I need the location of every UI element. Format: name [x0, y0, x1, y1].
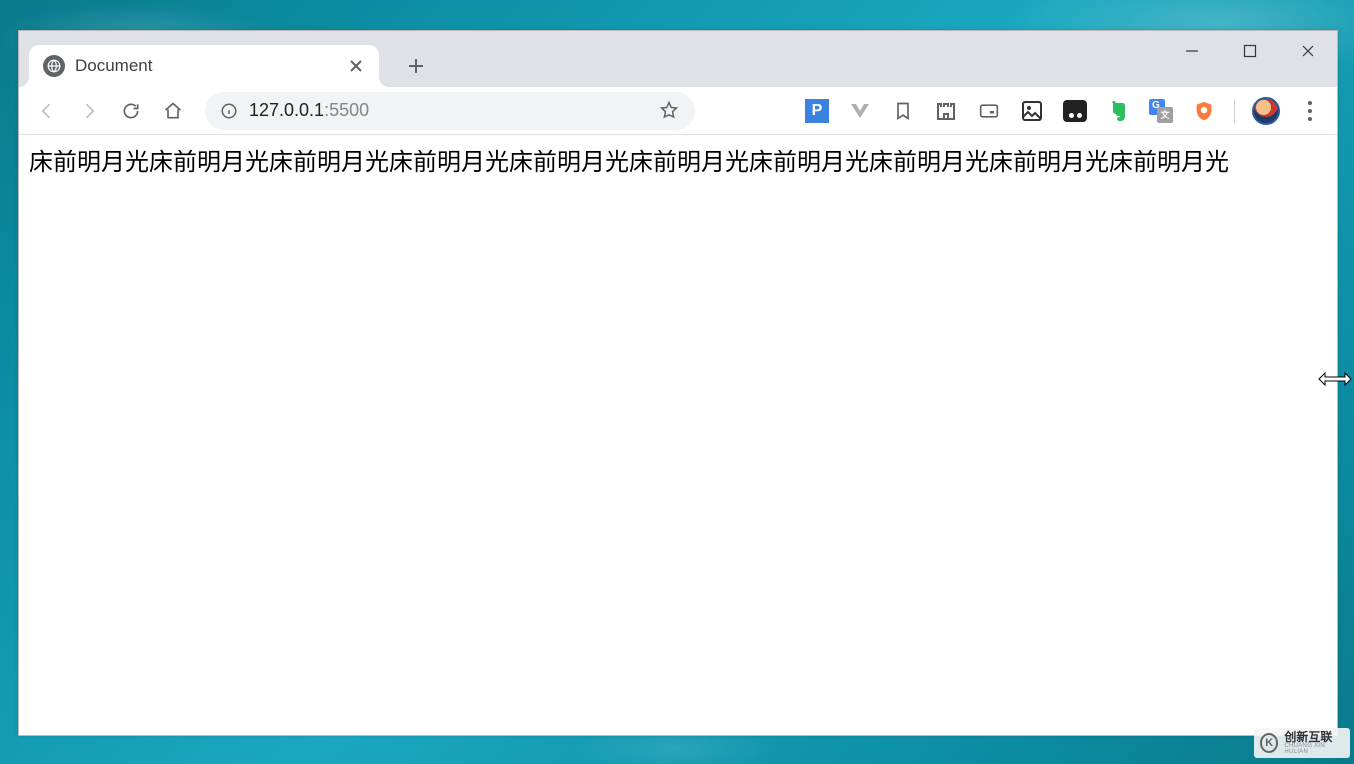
dots-ext-icon[interactable]: [1062, 98, 1088, 124]
watermark-main-text: 创新互联: [1284, 731, 1344, 743]
home-button[interactable]: [155, 93, 191, 129]
globe-icon: [43, 55, 65, 77]
shield-ext-icon[interactable]: [1191, 98, 1217, 124]
address-bar[interactable]: 127.0.0.1:5500: [205, 92, 695, 130]
page-body-text: 床前明月光床前明月光床前明月光床前明月光床前明月光床前明月光床前明月光床前明月光…: [29, 147, 1327, 178]
p-ext-icon[interactable]: P: [804, 98, 830, 124]
url-text[interactable]: 127.0.0.1:5500: [249, 100, 649, 121]
window-controls: [1163, 31, 1337, 71]
maximize-button[interactable]: [1221, 31, 1279, 71]
castle-ext-icon[interactable]: [933, 98, 959, 124]
minimize-button[interactable]: [1163, 31, 1221, 71]
bookmark-star-icon[interactable]: [659, 100, 681, 122]
extension-separator: [1234, 99, 1235, 123]
close-window-button[interactable]: [1279, 31, 1337, 71]
tab-title: Document: [75, 56, 337, 76]
site-info-icon[interactable]: [219, 101, 239, 121]
bookmark-ext-icon[interactable]: [890, 98, 916, 124]
watermark-logo: K: [1260, 733, 1278, 753]
page-content: 床前明月光床前明月光床前明月光床前明月光床前明月光床前明月光床前明月光床前明月光…: [19, 135, 1337, 735]
extensions-area: P: [804, 97, 1327, 125]
close-tab-icon[interactable]: [347, 57, 365, 75]
image-ext-icon[interactable]: [1019, 98, 1045, 124]
url-port: :5500: [324, 100, 369, 120]
reload-button[interactable]: [113, 93, 149, 129]
browser-window: Document: [18, 30, 1338, 736]
tab-strip: Document: [19, 31, 1337, 87]
video-ext-icon[interactable]: [976, 98, 1002, 124]
profile-avatar[interactable]: [1252, 97, 1280, 125]
v-ext-icon[interactable]: [847, 98, 873, 124]
watermark-sub-text: CHUANG XIN HULIAN: [1284, 743, 1344, 755]
translate-ext-icon[interactable]: 文 G: [1148, 98, 1174, 124]
watermark: K 创新互联 CHUANG XIN HULIAN: [1254, 728, 1350, 758]
browser-tab[interactable]: Document: [29, 45, 379, 87]
new-tab-button[interactable]: [399, 49, 433, 83]
evernote-ext-icon[interactable]: [1105, 98, 1131, 124]
browser-menu-button[interactable]: [1297, 101, 1323, 121]
back-button[interactable]: [29, 93, 65, 129]
url-host: 127.0.0.1: [249, 100, 324, 120]
toolbar: 127.0.0.1:5500 P: [19, 87, 1337, 135]
forward-button[interactable]: [71, 93, 107, 129]
